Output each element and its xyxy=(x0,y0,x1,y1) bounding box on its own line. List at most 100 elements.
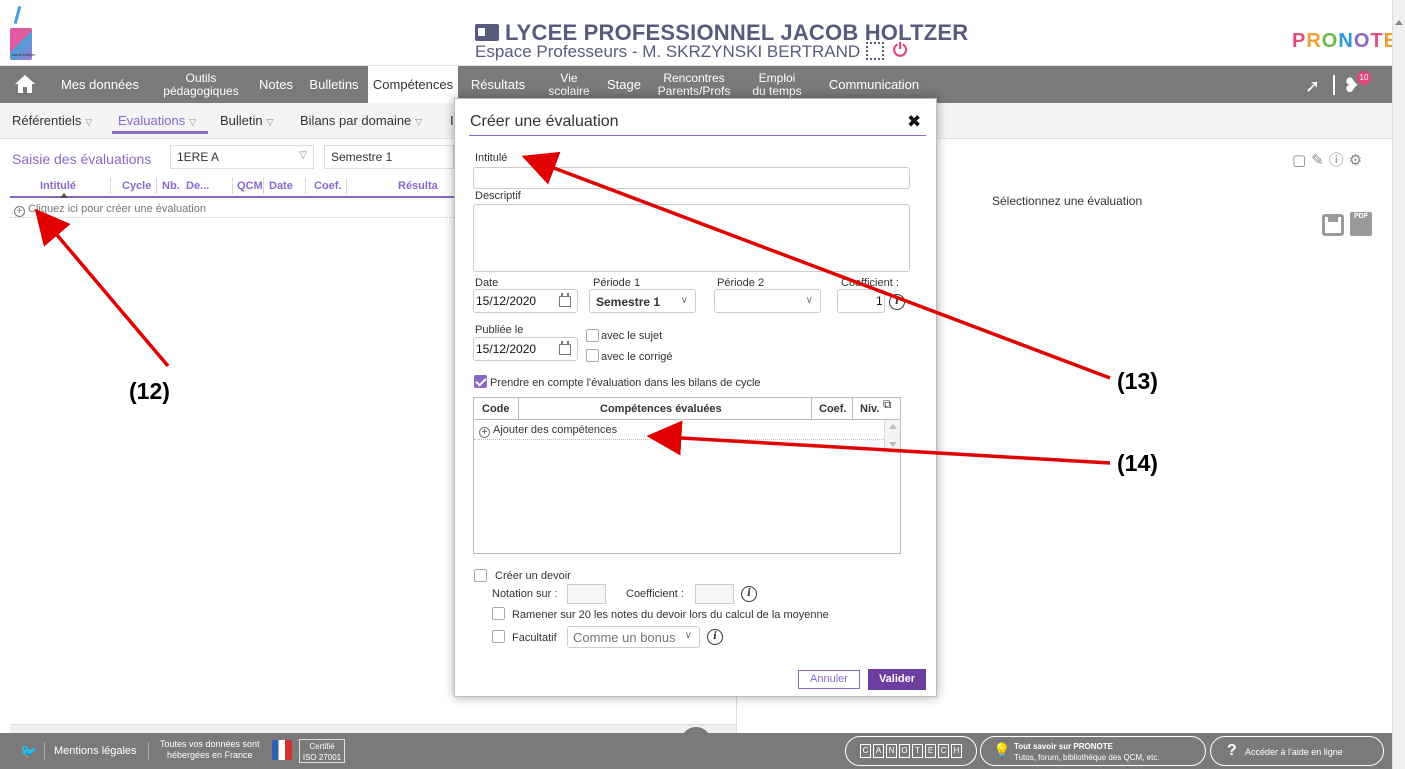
add-competences-row[interactable]: + Ajouter des compétences xyxy=(474,422,884,440)
twitter-icon[interactable]: 🐦 xyxy=(20,743,37,760)
select-evaluation-placeholder: Sélectionnez une évaluation xyxy=(992,194,1143,208)
descriptif-label: Descriptif xyxy=(475,190,521,202)
notation-label: Notation sur : xyxy=(492,588,558,600)
question-icon: ? xyxy=(1227,742,1237,759)
periode1-label: Période 1 xyxy=(593,277,641,289)
avec-corrige-label: avec le corrigé xyxy=(601,351,673,363)
ramener-checkbox[interactable] xyxy=(492,607,505,620)
footer: 🐦 Mentions légales Toutes vos données so… xyxy=(0,733,1392,769)
pencil-icon[interactable]: ✎ xyxy=(1311,152,1329,169)
nav-bulletins[interactable]: Bulletins xyxy=(300,66,368,103)
pdf-print-icon[interactable]: PDF xyxy=(1350,212,1372,236)
annotation-13: (13) xyxy=(1117,368,1158,395)
col-de[interactable]: De... xyxy=(186,180,209,192)
chevron-down-icon: ▽ xyxy=(266,117,274,127)
chevron-down-icon: ▽ xyxy=(299,150,307,161)
pronote-app: Jacob Holtzer LYCEE PROFESSIONNEL JACOB … xyxy=(0,0,1405,769)
col-nb[interactable]: Nb. xyxy=(162,180,180,192)
devoir-coefficient-input[interactable] xyxy=(695,584,734,604)
col-coef[interactable]: Coef. xyxy=(314,180,342,192)
nav-mes-donnees[interactable]: Mes données xyxy=(50,66,150,103)
gear-icon[interactable]: ⚙ xyxy=(1349,152,1367,169)
competences-scrollbar[interactable] xyxy=(884,420,900,454)
periode1-select[interactable]: Semestre 1 ∨ xyxy=(589,289,696,313)
col-niv[interactable]: Niv. xyxy=(860,403,879,415)
nav-competences[interactable]: Compétences xyxy=(368,66,458,103)
facultatif-info-icon[interactable]: i xyxy=(707,629,723,645)
school-logo-text: Jacob Holtzer xyxy=(11,52,36,57)
creer-devoir-checkbox[interactable] xyxy=(474,569,487,582)
create-evaluation-row[interactable]: + Cliquez ici pour créer une évaluation xyxy=(10,200,454,218)
create-evaluation-dialog: Créer une évaluation ✖ Intitulé Descript… xyxy=(454,98,937,697)
save-icon[interactable] xyxy=(1322,214,1344,236)
close-icon[interactable]: ✖ xyxy=(907,112,921,132)
calendar-icon[interactable] xyxy=(559,341,571,355)
col-competences[interactable]: Compétences évaluées xyxy=(600,403,722,415)
bilans-cycle-checkbox[interactable] xyxy=(474,375,487,388)
title-underline xyxy=(469,135,926,136)
iso-badge: Certifié ISO 27001 xyxy=(299,739,345,763)
subnav-bulletin[interactable]: Bulletin ▽ xyxy=(220,113,274,128)
tout-savoir-button[interactable]: 💡 Tout savoir sur PRONOTE Tutos, forum, … xyxy=(980,736,1206,766)
col-date[interactable]: Date xyxy=(269,180,293,192)
coefficient-info-icon[interactable]: i xyxy=(889,294,905,310)
page-vertical-scrollbar[interactable] xyxy=(1392,0,1405,769)
qr-code-icon[interactable] xyxy=(866,42,884,60)
intitule-input[interactable] xyxy=(473,167,910,189)
facultatif-label: Facultatif xyxy=(512,632,557,644)
chevron-down-icon: ▽ xyxy=(189,117,197,127)
descriptif-textarea[interactable] xyxy=(473,204,910,272)
bonus-select[interactable]: Comme un bonus ∨ xyxy=(567,626,700,648)
competences-grid-header: Code Compétences évaluées Coef. Niv. xyxy=(474,398,900,420)
subnav-bilans-par-domaine[interactable]: Bilans par domaine ▽ xyxy=(300,113,422,128)
copy-icon[interactable]: ⧉ xyxy=(883,397,892,412)
logo-accent xyxy=(13,5,22,25)
home-icon[interactable] xyxy=(14,73,36,95)
document-icon[interactable]: ▢ xyxy=(1292,152,1311,169)
devoir-info-icon[interactable]: i xyxy=(741,586,757,602)
chevron-down-icon: ∨ xyxy=(680,295,688,306)
col-coef[interactable]: Coef. xyxy=(819,403,847,415)
col-intitule[interactable]: Intitulé xyxy=(40,180,76,192)
col-code[interactable]: Code xyxy=(482,403,510,415)
avec-sujet-checkbox[interactable] xyxy=(586,329,599,342)
calendar-icon[interactable] xyxy=(559,293,571,307)
bilans-cycle-label: Prendre en compte l'évaluation dans les … xyxy=(490,377,761,389)
cancel-button[interactable]: Annuler xyxy=(798,670,860,689)
publiee-date-field[interactable]: 15/12/2020 xyxy=(473,337,578,361)
date-label: Date xyxy=(475,277,499,289)
intitule-label: Intitulé xyxy=(475,152,508,164)
col-resultats[interactable]: Résulta xyxy=(398,180,438,192)
plus-circle-icon: + xyxy=(14,206,25,217)
aide-en-ligne-button[interactable]: ? Accéder à l'aide en ligne xyxy=(1210,736,1384,766)
send-message-icon[interactable]: ➚ xyxy=(1305,76,1320,97)
scroll-up-icon[interactable] xyxy=(1395,20,1403,25)
pronote-logo: PRONOTE xyxy=(1292,30,1398,52)
period-select[interactable]: Semestre 1 xyxy=(324,145,454,169)
notation-input[interactable] xyxy=(567,584,606,604)
coefficient-input[interactable]: 1 xyxy=(837,289,885,313)
creer-devoir-label: Créer un devoir xyxy=(495,570,571,582)
ramener-label: Ramener sur 20 les notes du devoir lors … xyxy=(512,609,829,621)
evaluations-grid-header: Intitulé Cycle Nb. De... QCM Date Coef. … xyxy=(10,176,454,198)
col-qcm[interactable]: QCM xyxy=(237,180,263,192)
space-title: Espace Professeurs - M. SKRZYNSKI BERTRA… xyxy=(475,42,861,61)
date-field[interactable]: 15/12/2020 xyxy=(473,289,578,313)
info-icon[interactable]: ⓘ xyxy=(1329,152,1349,169)
subnav-referentiels[interactable]: Référentiels ▽ xyxy=(12,113,92,128)
class-select[interactable]: 1ERE A ▽ xyxy=(170,145,314,169)
periode2-select[interactable]: ∨ xyxy=(714,289,821,313)
col-cycle[interactable]: Cycle xyxy=(122,180,151,192)
nav-notes[interactable]: Notes xyxy=(252,66,300,103)
validate-button[interactable]: Valider xyxy=(868,669,926,690)
logout-power-icon[interactable]: ⏻ xyxy=(893,40,907,61)
facultatif-checkbox[interactable] xyxy=(492,630,505,643)
nav-outils-pedagogiques[interactable]: Outils pédagogiques xyxy=(150,66,252,103)
avec-corrige-checkbox[interactable] xyxy=(586,349,599,362)
arrow-12 xyxy=(34,208,170,368)
mentions-legales-link[interactable]: Mentions légales xyxy=(54,745,137,757)
periode2-label: Période 2 xyxy=(717,277,765,289)
canotech-button[interactable]: CANOTECH xyxy=(845,736,977,766)
lightbulb-icon: 💡 xyxy=(993,742,1011,758)
subnav-evaluations[interactable]: Evaluations ▽ xyxy=(118,113,196,128)
